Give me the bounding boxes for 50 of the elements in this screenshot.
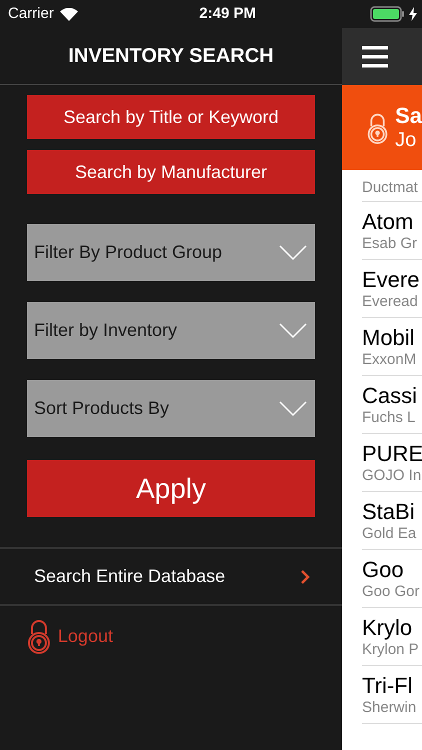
product-row[interactable]: Goo Goo Gor [362, 550, 422, 608]
search-button[interactable]: Search by Manufacturer [27, 150, 315, 194]
menu-title: INVENTORY SEARCH [68, 44, 274, 69]
product-title: Evere [362, 266, 420, 292]
product-row[interactable]: Cassi Fuchs L [362, 376, 422, 434]
product-title: Tri-Fl [362, 672, 414, 698]
product-title: Atom [362, 208, 414, 234]
product-title: Goo [362, 556, 405, 582]
battery-icon [370, 6, 406, 22]
charging-icon [409, 7, 417, 21]
chevron-down-icon [279, 322, 307, 338]
lock-icon [26, 618, 52, 654]
filter-dropdown[interactable]: Filter By Product Group [27, 224, 315, 281]
product-subtitle: GOJO In [362, 466, 422, 484]
product-subtitle: Everead [362, 292, 419, 310]
chevron-right-icon [300, 568, 310, 584]
chevron-down-icon [279, 244, 307, 260]
product-row[interactable]: Tri-Fl Sherwin [362, 666, 422, 724]
product-title: StaBi [362, 498, 416, 524]
banner-title: Sa [395, 104, 422, 128]
wifi-icon [60, 8, 78, 20]
product-row[interactable]: Ductmat [362, 170, 422, 202]
search-button[interactable]: Search by Title or Keyword [27, 95, 315, 139]
product-subtitle: Esab Gr [362, 234, 418, 252]
product-row[interactable]: Atom Esab Gr [362, 202, 422, 260]
product-subtitle: Gold Ea [362, 524, 418, 542]
chevron-down-icon [279, 400, 307, 416]
filter-dropdown[interactable]: Filter by Inventory [27, 302, 315, 359]
product-title: Krylo [362, 614, 414, 640]
time-label: 2:49 PM [199, 4, 256, 24]
product-row[interactable]: PURE GOJO In [362, 434, 422, 492]
banner-subtitle: Jo [395, 128, 418, 152]
filter-dropdown[interactable]: Sort Products By [27, 380, 315, 437]
product-title: Cassi [362, 382, 418, 408]
product-title: Mobil [362, 324, 416, 350]
carrier-label: Carrier [8, 4, 54, 24]
apply-button[interactable]: Apply [27, 460, 315, 517]
product-title: PURE [362, 440, 422, 466]
product-subtitle: Goo Gor [362, 582, 421, 600]
product-row[interactable]: Mobil ExxonM [362, 318, 422, 376]
product-row[interactable]: Krylo Krylon P [362, 608, 422, 666]
product-subtitle: Fuchs L [362, 408, 416, 426]
product-subtitle: Sherwin [362, 698, 418, 716]
product-subtitle: Krylon P [362, 640, 420, 658]
logout-button[interactable]: Logout [0, 606, 113, 666]
menu-icon[interactable] [362, 46, 388, 68]
product-row[interactable]: StaBi Gold Ea [362, 492, 422, 550]
product-subtitle: ExxonM [362, 350, 418, 368]
product-subtitle: Ductmat [362, 179, 419, 197]
product-row[interactable]: Evere Everead [362, 260, 422, 318]
